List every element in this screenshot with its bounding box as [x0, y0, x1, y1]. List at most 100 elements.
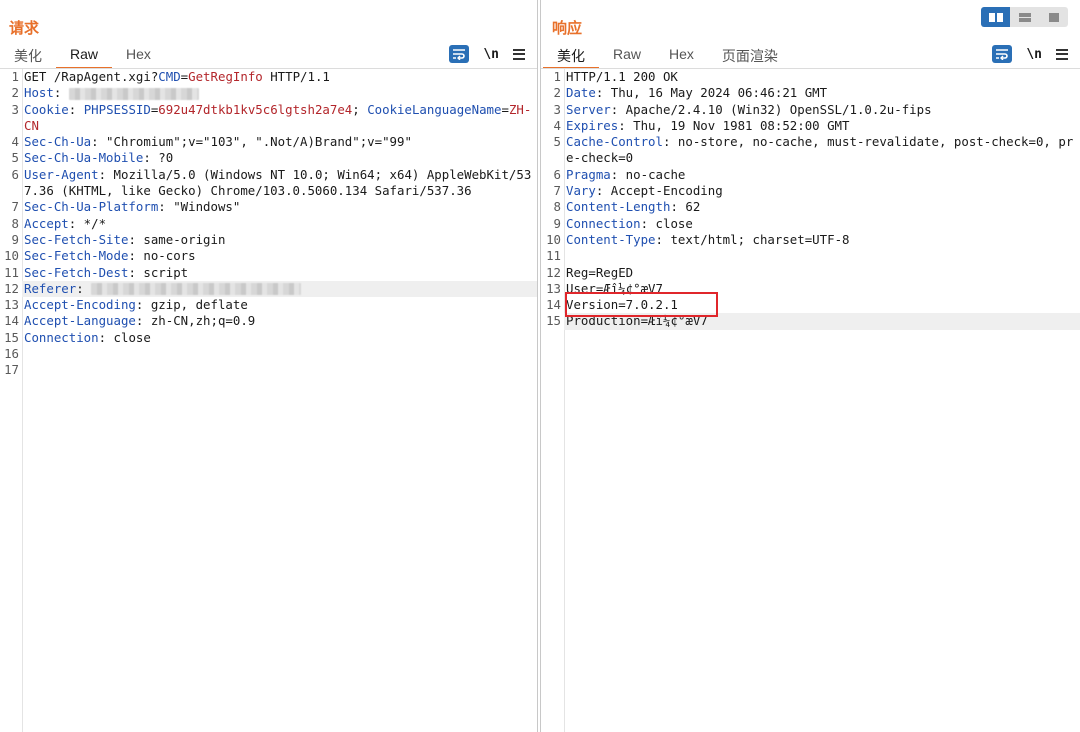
header-name: Server [566, 101, 611, 117]
response-tab-hex[interactable]: Hex [655, 44, 708, 68]
text-segment: : 62 [670, 199, 701, 215]
line-content: Connection: close [564, 216, 1080, 232]
code-line: 5 Sec-Ch-Ua-Mobile: ?0 [0, 150, 537, 166]
newline-toggle-button[interactable]: \n [1026, 47, 1042, 62]
header-name: User-Agent [24, 166, 99, 182]
line-content: Referer: [22, 280, 537, 298]
line-content: Content-Length: 62 [564, 199, 1080, 215]
line-content: GET /RapAgent.xgi?CMD=GetRegInfo HTTP/1.… [22, 69, 537, 85]
text-segment: : Apache/2.4.10 (Win32) OpenSSL/1.0.2u-f… [610, 101, 932, 117]
word-wrap-icon[interactable] [449, 45, 470, 63]
code-line: 10 Content-Type: text/html; charset=UTF-8 [541, 232, 1080, 248]
code-line: 1 HTTP/1.1 200 OK [541, 69, 1080, 85]
request-tabs: 美化 Raw Hex [0, 44, 165, 69]
code-line: 12 Referer: [0, 280, 537, 298]
text-segment: = [501, 101, 509, 117]
text-segment: GET /RapAgent.xgi? [24, 69, 159, 84]
request-tab-raw[interactable]: Raw [56, 44, 113, 69]
redacted-value [91, 283, 302, 296]
single-pane-icon[interactable] [1039, 7, 1068, 27]
text-segment: : close [98, 329, 151, 345]
text-segment: : Accept-Encoding [595, 183, 723, 199]
code-line: 2 Host: [0, 85, 537, 101]
line-content: Accept-Language: zh-CN,zh;q=0.9 [22, 313, 537, 329]
text-segment: : text/html; charset=UTF-8 [655, 231, 850, 247]
code-line: 16 [0, 346, 537, 362]
line-number: 12 [4, 280, 19, 296]
header-name: Sec-Fetch-Mode [24, 248, 129, 264]
text-segment: HTTP/1.1 [262, 69, 330, 84]
code-line: 9 Connection: close [541, 216, 1080, 232]
header-name: Cache-Control [566, 134, 663, 150]
code-line: 7 Vary: Accept-Encoding [541, 183, 1080, 199]
line-number: 14 [546, 297, 561, 313]
line-number: 1 [553, 69, 561, 84]
line-number: 11 [4, 264, 19, 280]
line-number: 15 [4, 329, 19, 345]
code-line: 17 [0, 362, 537, 378]
response-toolbar: \n [992, 44, 1068, 64]
line-content: Content-Type: text/html; charset=UTF-8 [564, 232, 1080, 248]
response-tab-raw[interactable]: Raw [599, 44, 655, 68]
word-wrap-icon[interactable] [992, 45, 1013, 63]
code-line: 12 Reg=RegED [541, 265, 1080, 281]
header-name: Content-Length [566, 199, 671, 215]
request-editor[interactable]: 1 GET /RapAgent.xgi?CMD=GetRegInfo HTTP/1… [0, 69, 537, 732]
request-tab-pretty[interactable]: 美化 [0, 44, 56, 68]
menu-icon[interactable] [1056, 48, 1068, 60]
response-editor[interactable]: 1 HTTP/1.1 200 OK 2 Date: Thu, 16 May 2024 … [541, 69, 1080, 732]
code-line: 3 Server: Apache/2.4.10 (Win32) OpenSSL/1… [541, 102, 1080, 118]
code-line: 7 Sec-Ch-Ua-Platform: "Windows" [0, 199, 537, 215]
line-content: HTTP/1.1 200 OK [564, 69, 1080, 85]
header-name: Host [24, 85, 54, 101]
request-toolbar: \n [449, 44, 525, 64]
text-segment: : ?0 [143, 150, 174, 166]
line-content: Sec-Fetch-Dest: script [22, 265, 537, 281]
line-number: 10 [4, 248, 19, 264]
line-content: Expires: Thu, 19 Nov 1981 08:52:00 GMT [564, 118, 1080, 134]
line-number: 17 [4, 362, 19, 378]
code-line: 10 Sec-Fetch-Mode: no-cors [0, 248, 537, 264]
request-tab-hex[interactable]: Hex [112, 44, 165, 68]
code-line: 9 Sec-Fetch-Site: same-origin [0, 232, 537, 248]
line-content: Pragma: no-cache [564, 167, 1080, 183]
response-tab-render[interactable]: 页面渲染 [708, 44, 792, 68]
line-number: 3 [11, 101, 19, 117]
line-number: 7 [553, 183, 561, 199]
text-segment: : "Windows" [158, 199, 241, 215]
header-name: Date [566, 85, 596, 101]
header-name: Expires [566, 117, 619, 133]
code-line: 2 Date: Thu, 16 May 2024 06:46:21 GMT [541, 85, 1080, 101]
line-number: 9 [11, 231, 19, 247]
header-name: Vary [566, 183, 596, 199]
line-content: Accept: */* [22, 216, 537, 232]
line-number: 8 [11, 215, 19, 231]
line-number: 6 [11, 166, 19, 182]
header-name: Cookie [24, 101, 69, 117]
split-vertical-icon[interactable] [1010, 7, 1039, 27]
line-number: 16 [4, 346, 19, 362]
code-line: 1 GET /RapAgent.xgi?CMD=GetRegInfo HTTP/1… [0, 69, 537, 85]
text-segment: : no-cors [128, 248, 196, 264]
line-number: 3 [553, 101, 561, 117]
text-segment: : script [128, 264, 189, 280]
redacted-value [68, 87, 199, 100]
version-highlight-box [565, 292, 718, 317]
line-number: 10 [546, 231, 561, 247]
text-segment: : [76, 280, 92, 296]
request-panel: 请求 美化 Raw Hex \n 1 GET /RapAgent.xgi?CMD=… [0, 0, 538, 732]
text-segment: : zh-CN,zh;q=0.9 [135, 313, 256, 329]
response-tabs: 美化 Raw Hex 页面渲染 [543, 44, 792, 69]
split-horizontal-icon[interactable] [981, 7, 1010, 27]
text-segment: HTTP/1.1 200 OK [566, 69, 678, 84]
code-line: 4 Sec-Ch-Ua: "Chromium";v="103", ".Not/A)… [0, 134, 537, 150]
newline-toggle-button[interactable]: \n [483, 47, 499, 62]
response-tab-pretty[interactable]: 美化 [543, 44, 599, 69]
menu-icon[interactable] [513, 48, 525, 60]
header-name: Pragma [566, 166, 611, 182]
text-segment: : Thu, 19 Nov 1981 08:52:00 GMT [618, 117, 850, 133]
code-line: 8 Content-Length: 62 [541, 199, 1080, 215]
line-number: 12 [546, 264, 561, 280]
header-name: Referer [24, 280, 77, 296]
code-line: 14 Accept-Language: zh-CN,zh;q=0.9 [0, 313, 537, 329]
